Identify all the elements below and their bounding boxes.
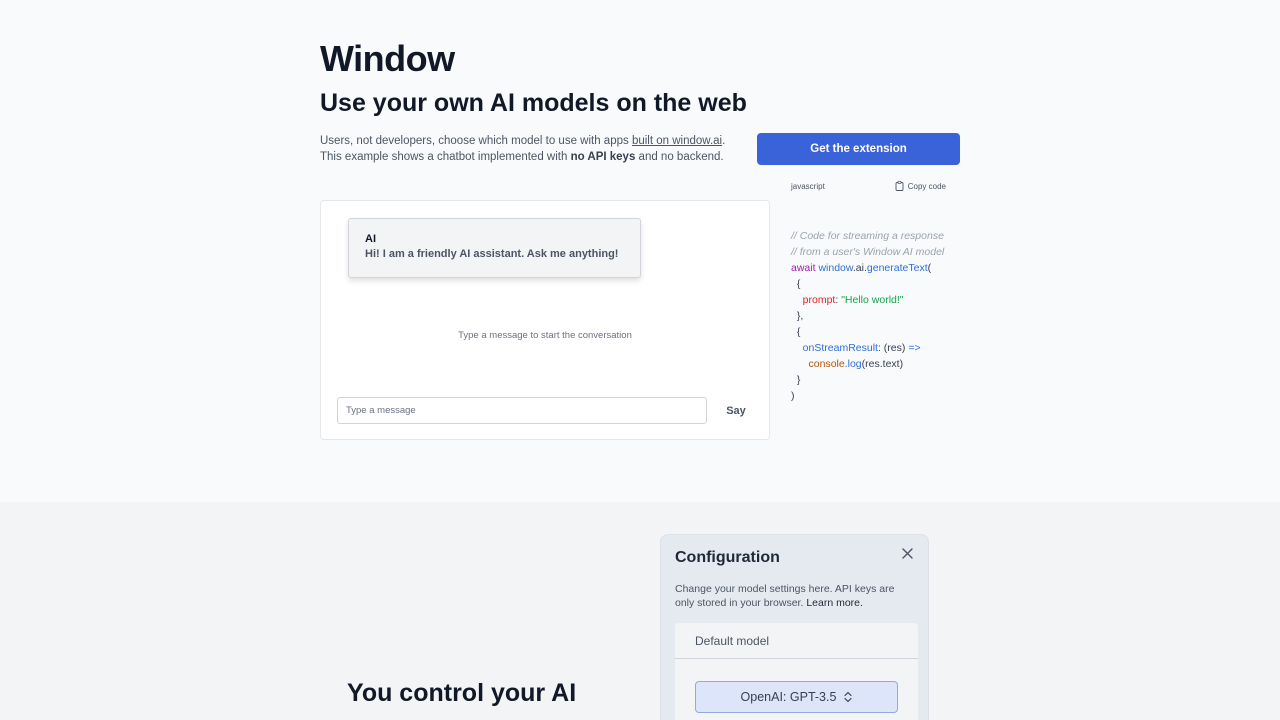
code-close-paren: ) (791, 390, 795, 402)
configuration-description: Change your model settings here. API key… (675, 582, 915, 610)
code-log: .log (844, 358, 862, 370)
code-generate: generateText (866, 262, 928, 274)
intro-line2-end: and no backend. (635, 151, 724, 163)
code-brace-open-2: { (791, 326, 801, 338)
intro-line1-text: Users, not developers, choose which mode… (320, 135, 632, 147)
message-input[interactable] (337, 397, 707, 424)
chevron-up-down-icon (844, 691, 853, 703)
say-button[interactable]: Say (719, 397, 753, 424)
hero-section: Window Use your own AI models on the web… (0, 0, 1280, 502)
code-open-paren: ( (927, 262, 932, 274)
copy-code-label: Copy code (907, 181, 946, 191)
model-select[interactable]: OpenAI: GPT-3.5 (695, 681, 898, 713)
clipboard-icon (895, 181, 904, 191)
features-section: You control your AI Configuration Change… (0, 502, 1280, 720)
code-arrow: => (908, 342, 921, 354)
code-language-label: javascript (791, 182, 825, 191)
code-brace-close-1: }, (791, 310, 804, 322)
copy-code-button[interactable]: Copy code (895, 181, 946, 191)
get-extension-button[interactable]: Get the extension (757, 133, 960, 165)
learn-more-link[interactable]: Learn more. (806, 597, 863, 609)
intro-text: Users, not developers, choose which mode… (320, 133, 740, 165)
close-icon[interactable] (901, 547, 914, 560)
code-brace-open-1: { (791, 278, 801, 290)
code-stream-rest: : (res) (877, 342, 909, 354)
brand-title: Window (320, 38, 455, 79)
default-model-label: Default model (675, 623, 918, 659)
code-log-args: (res.text) (861, 358, 904, 370)
ai-message-bubble: AI Hi! I am a friendly AI assistant. Ask… (348, 218, 641, 278)
code-comment-1: // Code for streaming a response (791, 230, 944, 242)
code-comment-2: // from a user's Window AI model (791, 246, 945, 258)
section-heading: You control your AI (347, 679, 577, 707)
code-ai: .ai. (852, 262, 867, 274)
selected-model-value: OpenAI: GPT-3.5 (740, 690, 837, 704)
code-prompt-key: prompt (802, 294, 836, 306)
code-example: javascript Copy code // Code for streami… (772, 176, 960, 444)
default-model-panel: Default model OpenAI: GPT-3.5 (675, 623, 918, 720)
intro-line2-text: This example shows a chatbot implemented… (320, 151, 571, 163)
intro-bold: no API keys (570, 151, 636, 163)
conversation-hint: Type a message to start the conversation (458, 330, 632, 341)
code-window: window (818, 262, 853, 274)
built-on-link[interactable]: built on window.ai (632, 135, 722, 147)
message-author: AI (365, 233, 376, 245)
code-await: await (791, 262, 816, 274)
page-headline: Use your own AI models on the web (320, 89, 747, 117)
code-stream-key: onStreamResult (802, 342, 878, 354)
configuration-title: Configuration (675, 549, 780, 566)
message-text: Hi! I am a friendly AI assistant. Ask me… (365, 248, 619, 260)
code-prompt-value: "Hello world!" (841, 294, 904, 306)
chat-panel: AI Hi! I am a friendly AI assistant. Ask… (320, 200, 770, 440)
code-console: console (808, 358, 845, 370)
intro-line1-end: . (722, 135, 726, 147)
code-brace-close-2: } (791, 374, 801, 386)
code-block: // Code for streaming a response // from… (791, 228, 944, 404)
configuration-modal: Configuration Change your model settings… (660, 534, 929, 720)
